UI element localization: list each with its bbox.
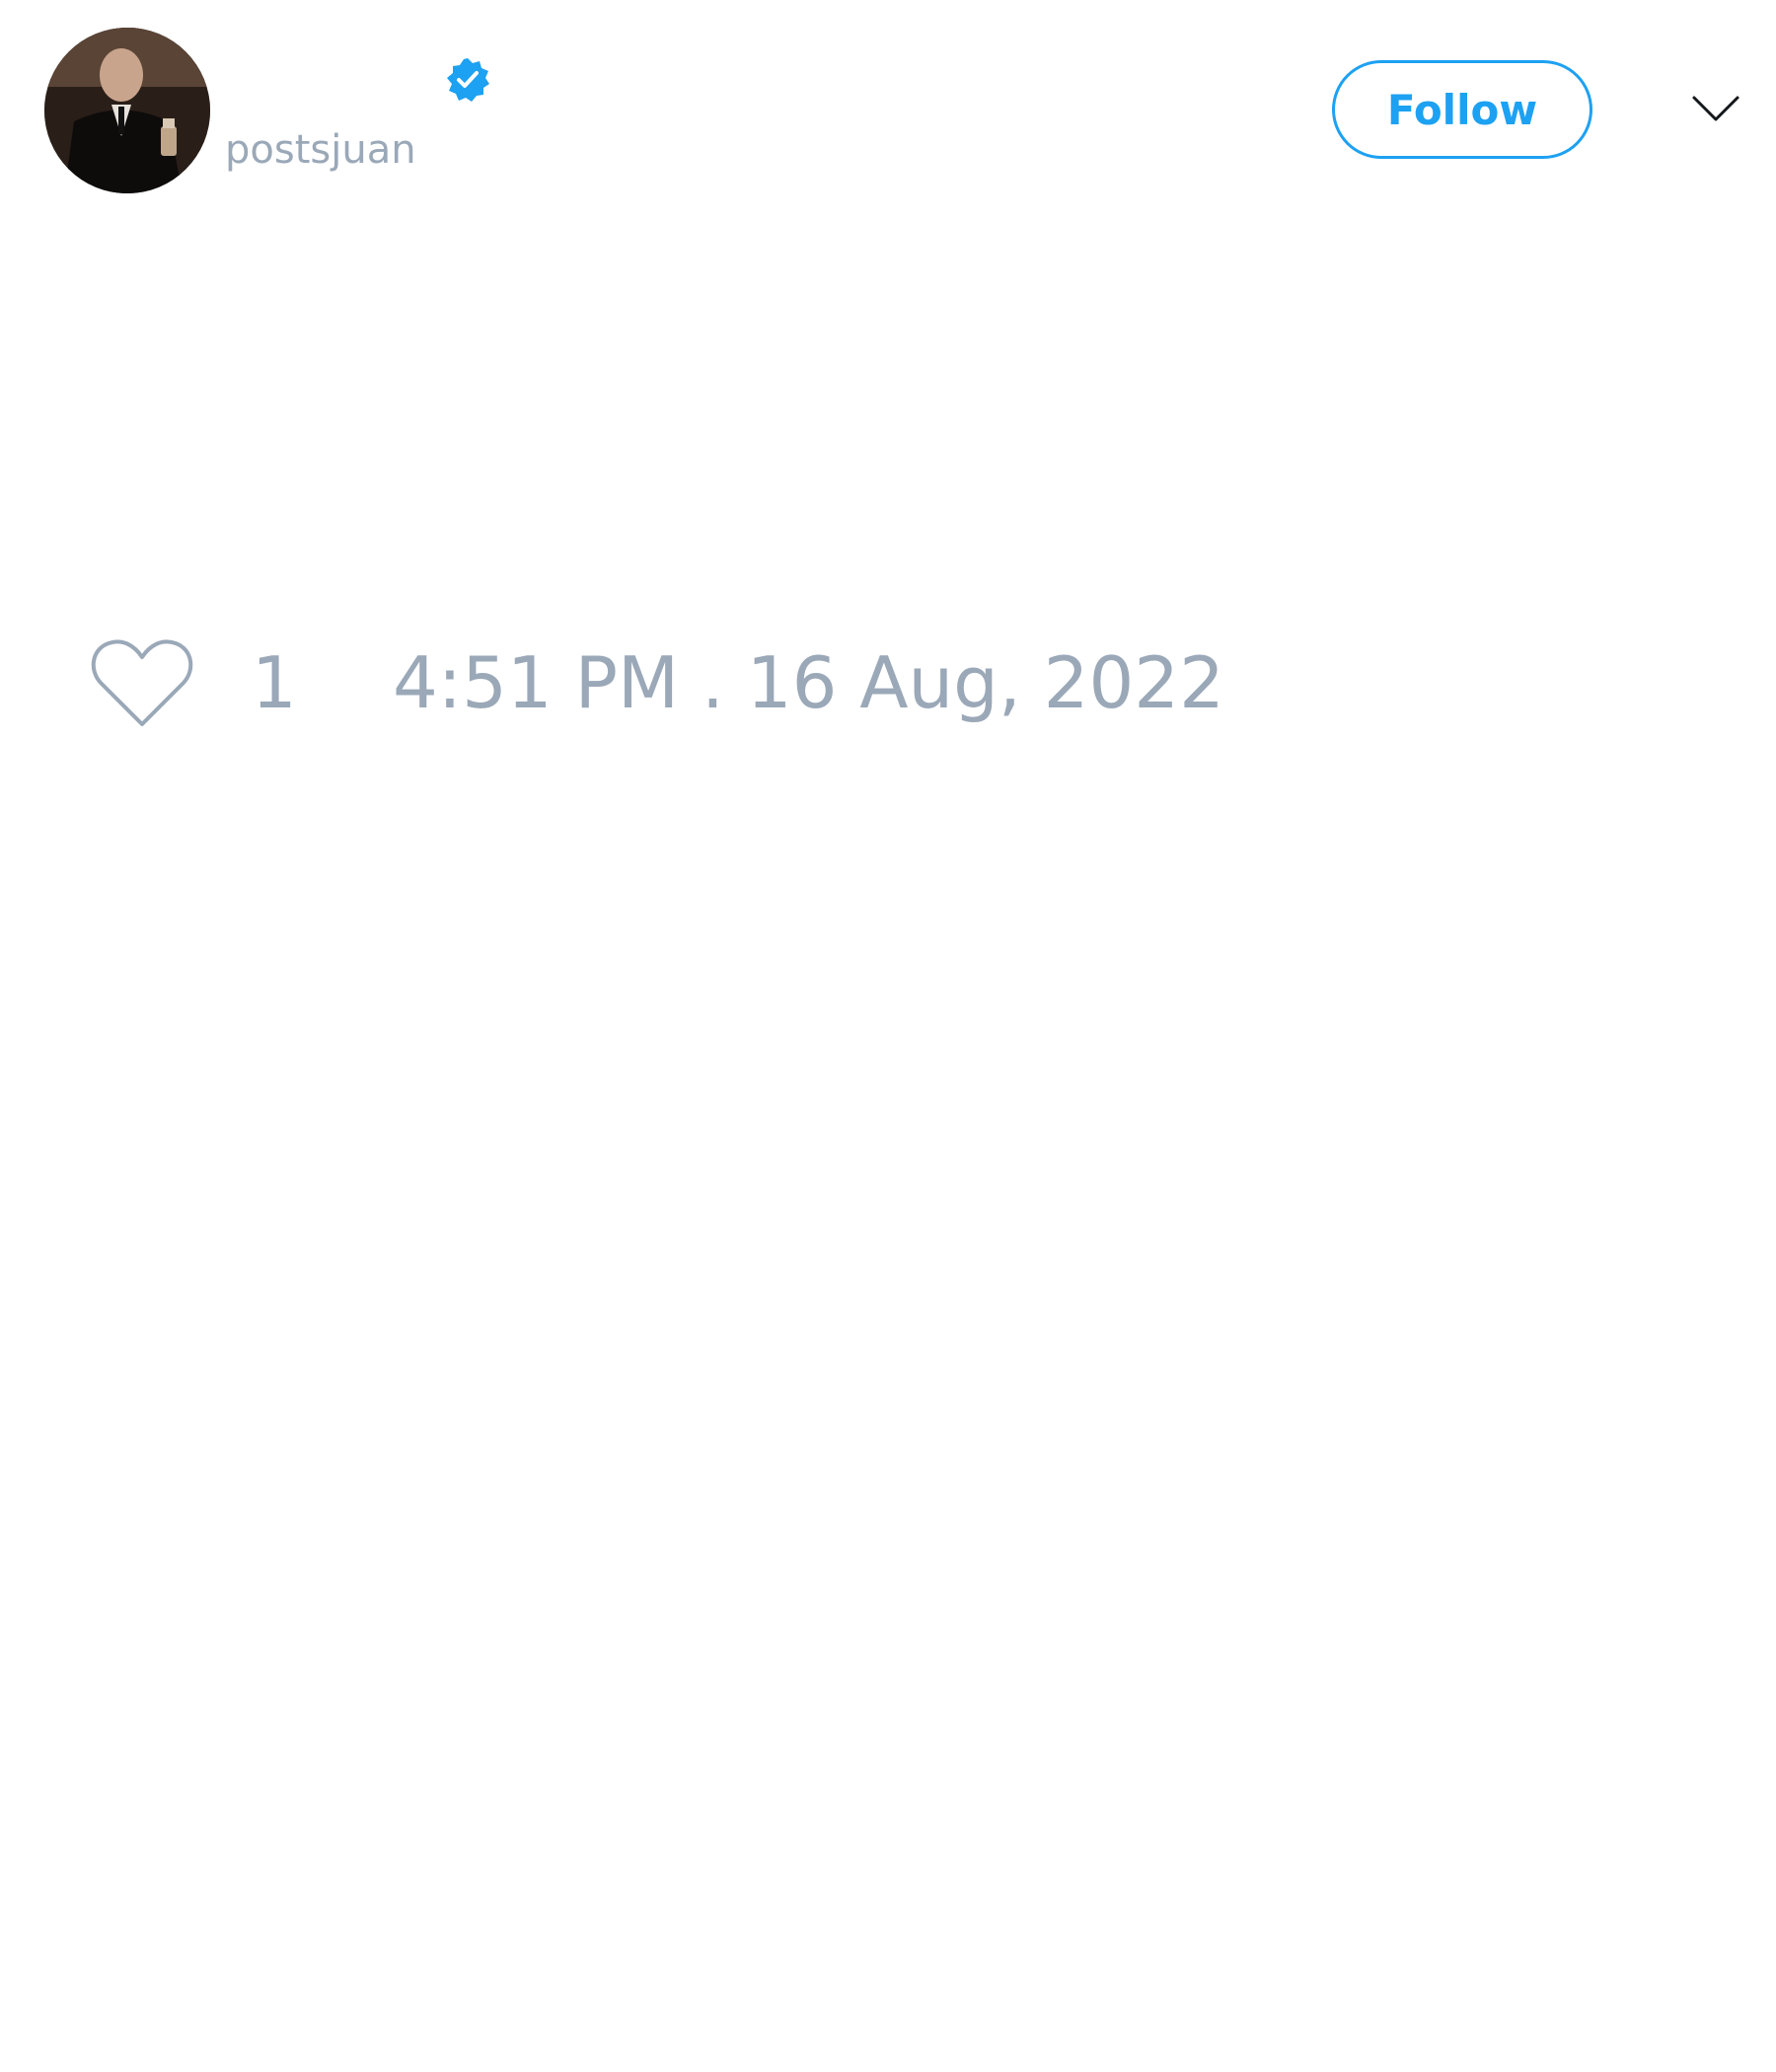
avatar[interactable]: [44, 28, 210, 193]
username[interactable]: postsjuan: [225, 126, 416, 174]
chevron-down-icon[interactable]: [1691, 91, 1740, 126]
timestamp[interactable]: 4:51 PM . 16 Aug, 2022: [393, 639, 1224, 726]
verified-badge-icon: [444, 56, 491, 104]
heart-icon[interactable]: [89, 635, 195, 730]
like-count: 1: [252, 641, 297, 724]
avatar-image: [44, 28, 210, 193]
display-name[interactable]: [227, 51, 444, 114]
follow-button[interactable]: Follow: [1332, 60, 1592, 159]
tweet-card: postsjuan Follow 1 4:51 PM . 16 Aug, 202…: [0, 0, 1776, 2072]
